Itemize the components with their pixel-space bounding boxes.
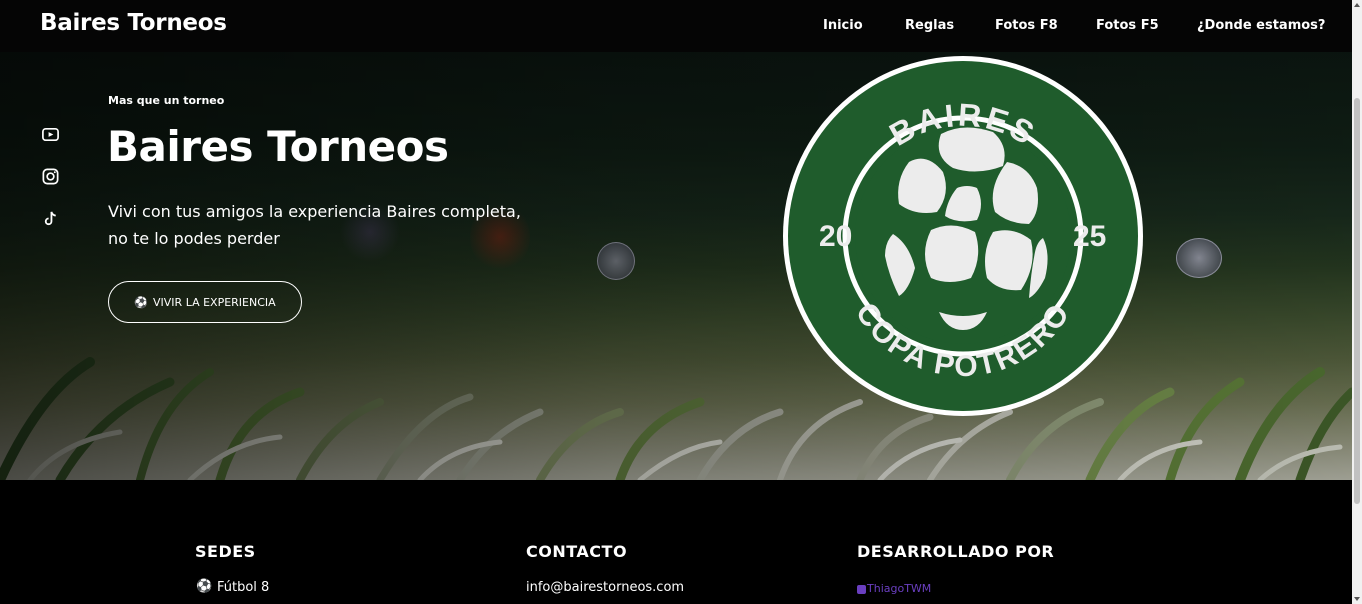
developer-name: ThiagoTWM [867,582,932,595]
hero-eyebrow: Mas que un torneo [108,94,225,107]
instagram-icon[interactable] [41,167,60,186]
nav-link-donde-estamos[interactable]: ¿Donde estamos? [1197,18,1325,33]
footer-heading-desarrollado: DESARROLLADO POR [857,542,1055,561]
nav-link-reglas[interactable]: Reglas [905,18,954,33]
brand-logo-text[interactable]: Baires Torneos [40,10,227,36]
cta-label: VIVIR LA EXPERIENCIA [153,295,276,309]
footer-sede-link[interactable]: Fútbol 8 [217,580,269,595]
navbar: Baires Torneos Inicio Reglas Fotos F8 Fo… [0,0,1352,52]
footer-heading-contacto: CONTACTO [526,542,628,561]
footer-developer-link[interactable]: ThiagoTWM [857,582,931,595]
hero-subtitle-line: no te lo podes perder [108,229,280,248]
nav-link-inicio[interactable]: Inicio [823,18,863,33]
nav-link-fotos-f8[interactable]: Fotos F8 [995,18,1058,33]
scrollbar-thumb[interactable] [1354,98,1360,504]
nav-link-fotos-f5[interactable]: Fotos F5 [1096,18,1159,33]
logo-year-right: 25 [1073,220,1106,253]
youtube-icon[interactable] [41,125,60,144]
copa-potrero-logo: BAIRES COPA POTRERO 20 25 [783,56,1143,416]
tiktok-icon[interactable] [41,209,60,228]
soccer-ball-icon: ⚽ [196,579,213,594]
scroll-down-arrow[interactable] [1354,597,1360,601]
hero-subtitle-line: Vivi con tus amigos la experiencia Baire… [108,202,521,221]
scroll-up-arrow[interactable] [1354,3,1360,7]
hero-title: Baires Torneos [107,122,449,171]
cta-button[interactable]: ⚽ VIVIR LA EXPERIENCIA [108,281,302,323]
hero-subtitle: Vivi con tus amigos la experiencia Baire… [108,198,538,252]
scrollbar[interactable] [1352,0,1362,604]
hero-overlay [0,52,1352,480]
discord-icon [857,584,866,594]
hero-section [0,52,1352,480]
footer-email-link[interactable]: info@bairestorneos.com [526,580,684,595]
logo-year-left: 20 [819,220,852,253]
footer-heading-sedes: SEDES [195,542,256,561]
soccer-ball-icon: ⚽ [134,295,149,309]
